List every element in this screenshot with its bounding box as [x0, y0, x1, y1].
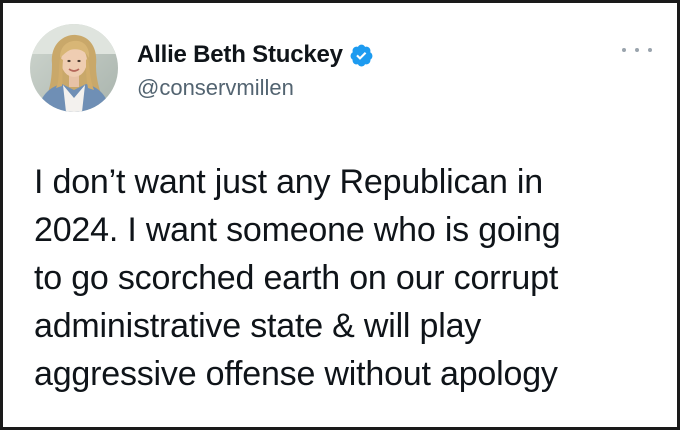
avatar[interactable] — [30, 24, 118, 112]
tweet-text: I don’t want just any Republican in 2024… — [34, 158, 654, 398]
display-name[interactable]: Allie Beth Stuckey — [137, 41, 343, 69]
tweet-text-line: I don’t want just any Republican in — [34, 163, 543, 201]
tweet-text-line: aggressive offense without apology — [34, 355, 558, 393]
tweet-text-line: to go scorched earth on our corrupt — [34, 259, 559, 297]
tweet-text-line: administrative state & will play — [34, 307, 482, 345]
more-dot — [622, 48, 626, 52]
tweet-card: Allie Beth Stuckey @conservmillen I don’… — [0, 0, 680, 430]
author-handle[interactable]: @conservmillen — [137, 75, 294, 101]
tweet-text-line: 2024. I want someone who is going — [34, 211, 561, 249]
profile-photo-icon — [30, 24, 118, 112]
more-dot — [635, 48, 639, 52]
more-horizontal-icon[interactable] — [622, 41, 652, 59]
author-name-row[interactable]: Allie Beth Stuckey — [137, 41, 374, 69]
verified-badge-icon — [349, 43, 374, 68]
more-dot — [648, 48, 652, 52]
